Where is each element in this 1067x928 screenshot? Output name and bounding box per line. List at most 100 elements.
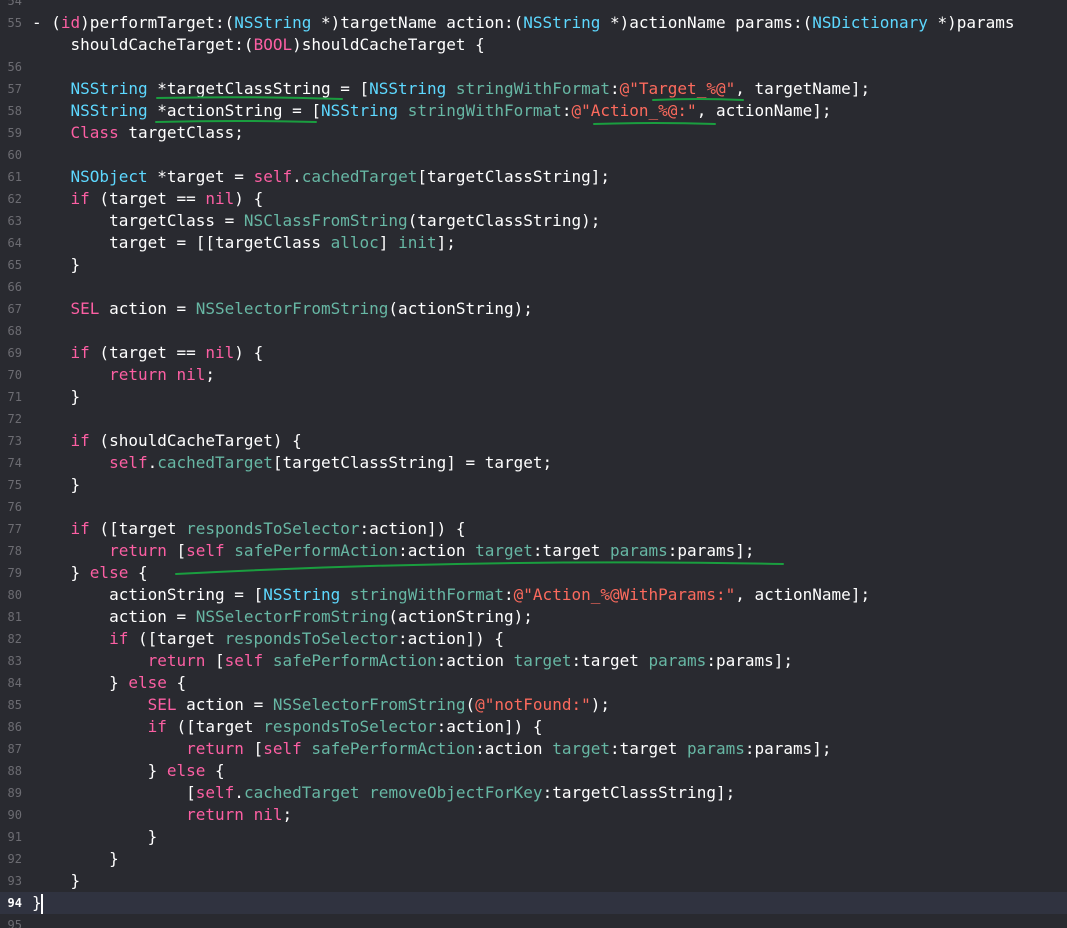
line-number: 75 <box>7 478 22 492</box>
code-line[interactable]: 85 SEL action = NSSelectorFromString(@"n… <box>0 694 1067 716</box>
code-line[interactable]: 56 <box>0 56 1067 78</box>
code-token: [ <box>243 739 264 758</box>
code-token: [ <box>166 541 187 560</box>
code-line[interactable]: 88 } else { <box>0 760 1067 782</box>
code-line[interactable]: 55- (id)performTarget:(NSString *)target… <box>0 12 1067 34</box>
code-token: nil <box>176 365 206 384</box>
code-line[interactable]: 86 if ([target respondsToSelector:action… <box>0 716 1067 738</box>
code-token: :target <box>571 651 649 670</box>
code-line[interactable]: 67 SEL action = NSSelectorFromString(act… <box>0 298 1067 320</box>
code-line[interactable]: 93 } <box>0 870 1067 892</box>
code-line[interactable]: 70 return nil; <box>0 364 1067 386</box>
code-token: target <box>552 739 610 758</box>
code-line[interactable]: 64 target = [[targetClass alloc] init]; <box>0 232 1067 254</box>
code-token: return <box>109 365 167 384</box>
code-text: action = NSSelectorFromString(actionStri… <box>32 606 533 628</box>
code-text: NSObject *target = self.cachedTarget[tar… <box>32 166 610 188</box>
line-number: 93 <box>7 874 22 888</box>
code-line[interactable]: 78 return [self safePerformAction:action… <box>0 540 1067 562</box>
code-token: return <box>186 739 244 758</box>
code-line[interactable]: 61 NSObject *target = self.cachedTarget[… <box>0 166 1067 188</box>
line-number: 95 <box>7 918 22 928</box>
code-token: action = <box>99 299 196 318</box>
code-line[interactable]: 58 NSString *actionString = [NSString st… <box>0 100 1067 122</box>
code-line[interactable]: 90 return nil; <box>0 804 1067 826</box>
code-line[interactable]: 95 <box>0 914 1067 928</box>
code-token: *)params <box>927 13 1015 32</box>
code-line[interactable]: 68 <box>0 320 1067 342</box>
code-token: ]; <box>436 233 456 252</box>
code-line[interactable]: 77 if ([target respondsToSelector:action… <box>0 518 1067 540</box>
code-line[interactable]: 89 [self.cachedTarget removeObjectForKey… <box>0 782 1067 804</box>
code-token: - ( <box>32 13 61 32</box>
code-token: self <box>263 739 302 758</box>
code-token: NSString <box>369 79 447 98</box>
code-line[interactable]: 84 } else { <box>0 672 1067 694</box>
code-token: (actionString); <box>388 299 533 318</box>
line-number: 90 <box>7 808 22 822</box>
code-text: return [self safePerformAction:action ta… <box>32 650 793 672</box>
code-token: ] <box>378 233 399 252</box>
code-token: action = <box>32 607 196 626</box>
code-line[interactable]: 81 action = NSSelectorFromString(actionS… <box>0 606 1067 628</box>
code-token: action = <box>176 695 273 714</box>
code-line[interactable]: 71 } <box>0 386 1067 408</box>
code-token: :action <box>475 739 553 758</box>
code-token: [targetClassString]; <box>417 167 610 186</box>
code-line[interactable]: 59 Class targetClass; <box>0 122 1067 144</box>
code-line[interactable]: 73 if (shouldCacheTarget) { <box>0 430 1067 452</box>
code-line[interactable]: 91 } <box>0 826 1067 848</box>
code-token: cachedTarget <box>301 167 418 186</box>
code-line[interactable]: 92 } <box>0 848 1067 870</box>
code-line[interactable]: 87 return [self safePerformAction:action… <box>0 738 1067 760</box>
code-line[interactable]: 82 if ([target respondsToSelector:action… <box>0 628 1067 650</box>
code-line[interactable]: 57 NSString *targetClassString = [NSStri… <box>0 78 1067 100</box>
code-token: shouldCacheTarget:( <box>32 35 254 54</box>
code-line[interactable]: 94} <box>0 892 1067 914</box>
code-token: :params]; <box>744 739 832 758</box>
code-token: actionString = [ <box>32 585 264 604</box>
code-token: params <box>687 739 745 758</box>
code-line[interactable]: 79 } else { <box>0 562 1067 584</box>
code-editor[interactable]: 54 55- (id)performTarget:(NSString *)targ… <box>0 0 1067 928</box>
code-token: ; <box>205 365 216 384</box>
line-number: 77 <box>7 522 22 536</box>
code-line[interactable]: 65 } <box>0 254 1067 276</box>
code-line[interactable]: 63 targetClass = NSClassFromString(targe… <box>0 210 1067 232</box>
code-token: , actionName]; <box>735 585 871 604</box>
code-token: } <box>32 849 119 868</box>
code-token: target <box>513 651 572 670</box>
code-line[interactable]: 80 actionString = [NSString stringWithFo… <box>0 584 1067 606</box>
code-token: :action]) { <box>359 519 466 538</box>
code-line[interactable]: 76 <box>0 496 1067 518</box>
code-text: target = [[targetClass alloc] init]; <box>32 232 456 254</box>
code-line[interactable]: 72 <box>0 408 1067 430</box>
code-token: :action]) { <box>436 717 543 736</box>
code-text: NSString *targetClassString = [NSString … <box>32 78 871 100</box>
code-line[interactable]: 74 self.cachedTarget[targetClassString] … <box>0 452 1067 474</box>
code-line[interactable]: 66 <box>0 276 1067 298</box>
code-token: } <box>32 255 81 274</box>
code-token: @"Action_%@WithParams:" <box>513 585 736 604</box>
code-line[interactable]: 69 if (target == nil) { <box>0 342 1067 364</box>
code-token: :action]) { <box>398 629 505 648</box>
code-line[interactable]: 83 return [self safePerformAction:action… <box>0 650 1067 672</box>
code-token: params <box>609 541 668 560</box>
code-line[interactable]: 54 <box>0 0 1067 12</box>
line-number: 56 <box>7 60 22 74</box>
text-cursor <box>41 894 43 914</box>
code-token: *target = <box>147 167 254 186</box>
code-token: target = [[targetClass <box>32 233 331 252</box>
code-text: - (id)performTarget:(NSString *)targetNa… <box>32 12 1015 34</box>
code-text: if ([target respondsToSelector:action]) … <box>32 628 504 650</box>
code-line[interactable]: 60 <box>0 144 1067 166</box>
code-token: NSString <box>320 101 399 120</box>
line-number: 71 <box>7 390 22 404</box>
code-line[interactable]: shouldCacheTarget:(BOOL)shouldCacheTarge… <box>0 34 1067 56</box>
code-line[interactable]: 75 } <box>0 474 1067 496</box>
code-token: @"Action_%@:" <box>571 101 697 120</box>
code-line[interactable]: 62 if (target == nil) { <box>0 188 1067 210</box>
